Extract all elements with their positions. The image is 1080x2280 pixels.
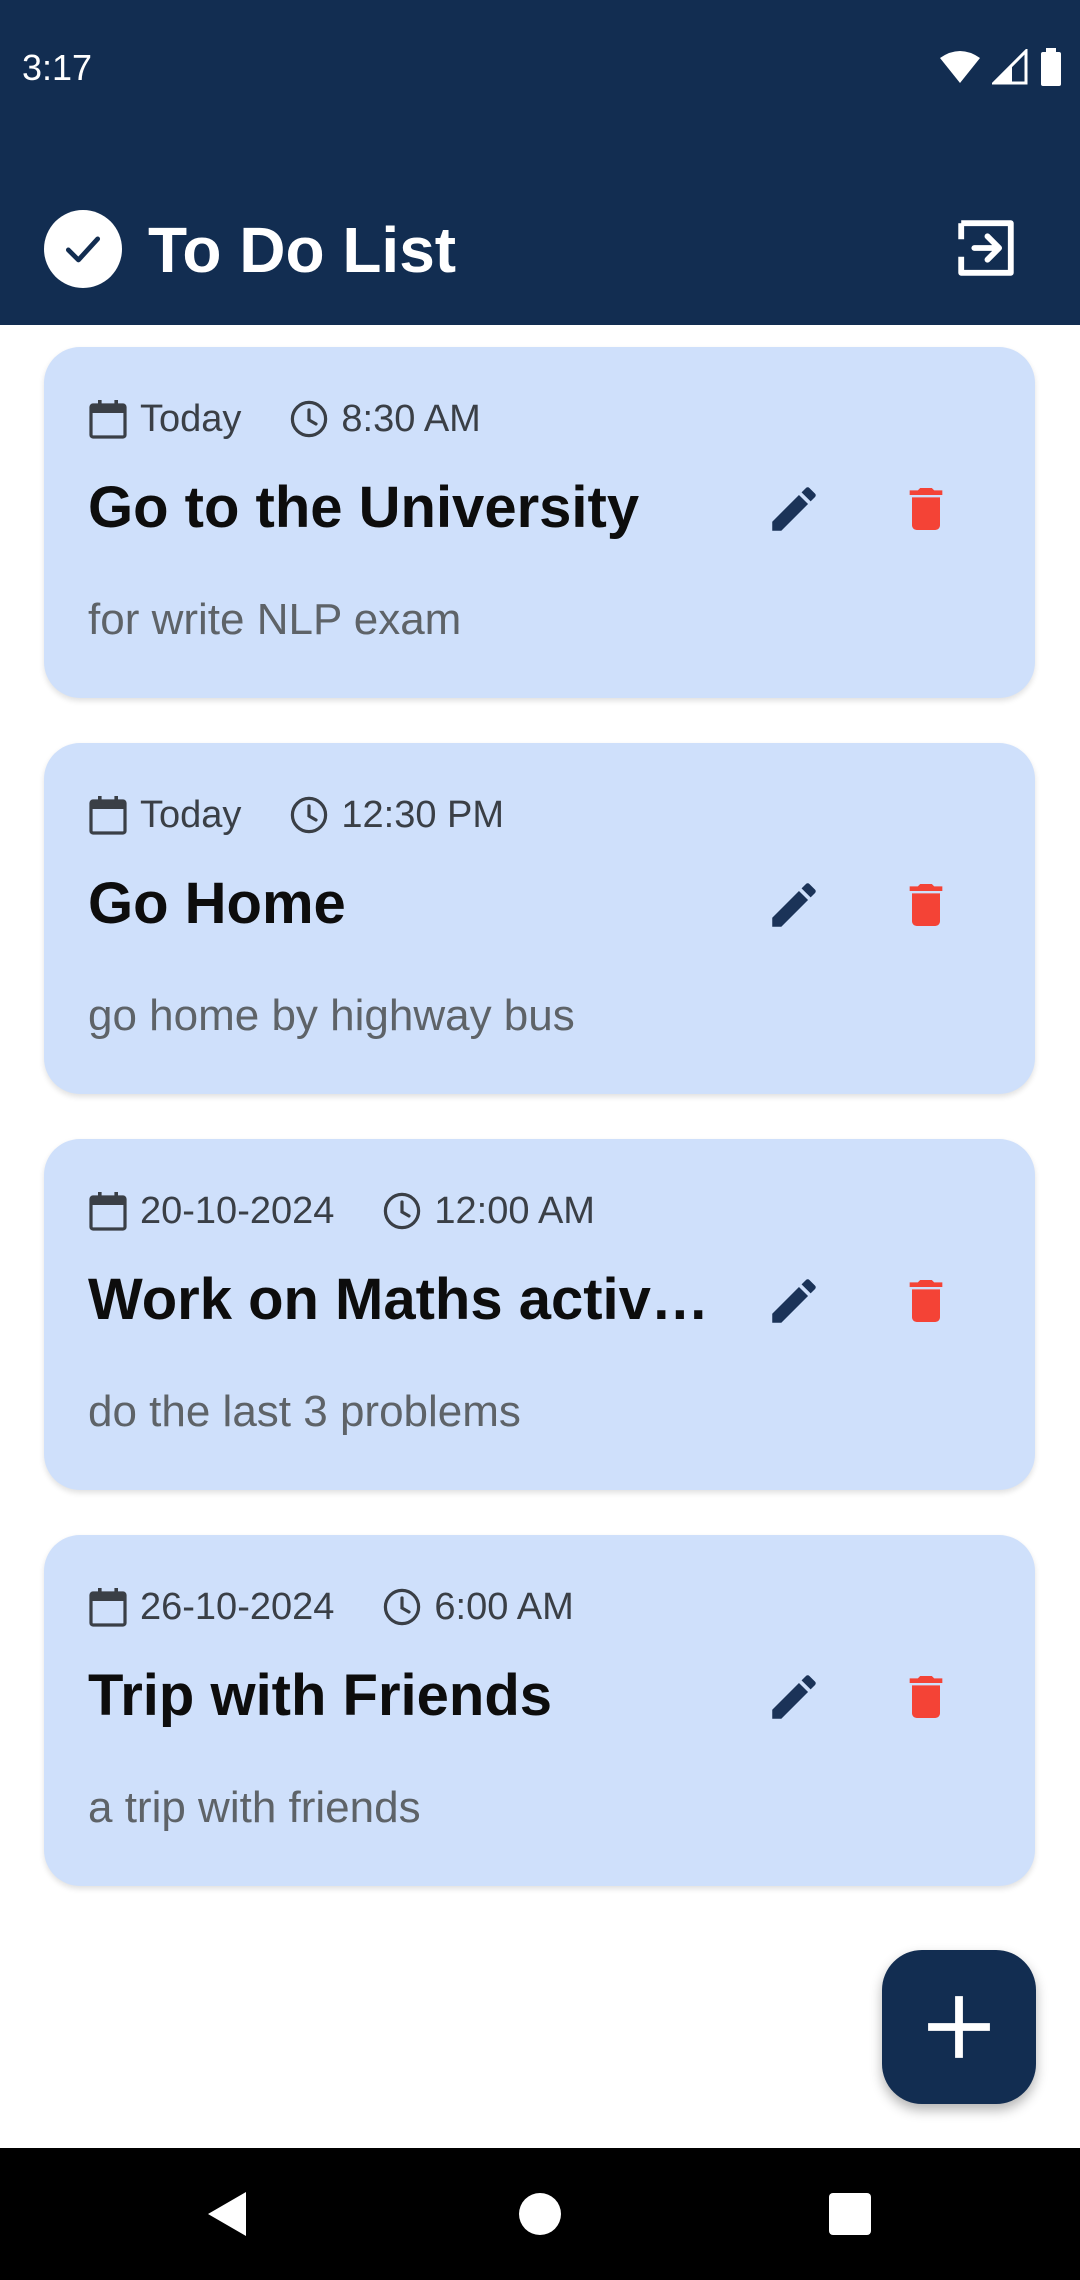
task-card[interactable]: 26-10-2024 6:00 AM Trip with Friends a t… [44,1535,1035,1886]
task-title: Go Home [88,871,346,936]
battery-icon [1040,48,1062,86]
delete-button[interactable] [886,1657,966,1737]
plus-icon [928,1996,990,2058]
task-list: Today 8:30 AM Go to the University for w… [44,347,1035,1931]
clock-icon [384,1588,421,1626]
task-title: Trip with Friends [88,1663,553,1728]
pencil-icon [772,1279,816,1323]
calendar-icon [89,1588,127,1627]
app-title: To Do List [148,214,457,286]
edit-button[interactable] [754,469,834,549]
task-time: 6:00 AM [434,1585,574,1628]
task-card[interactable]: Today 8:30 AM Go to the University for w… [44,347,1035,698]
home-button[interactable] [502,2176,578,2252]
wifi-icon [940,50,980,84]
pencil-icon [772,883,816,927]
status-icons [940,46,1062,88]
calendar-icon [89,400,127,439]
status-time: 3:17 [22,47,93,88]
task-meta: 20-10-2024 12:00 AM [88,1187,595,1235]
back-button[interactable] [190,2176,266,2252]
status-bar: 3:17 [0,0,1080,140]
task-description: a trip with friends [88,1783,421,1832]
task-time: 12:00 AM [434,1189,595,1232]
system-nav-bar [0,2148,1080,2280]
recents-button[interactable] [812,2176,888,2252]
logout-button[interactable] [950,212,1022,284]
edit-button[interactable] [754,1657,834,1737]
add-task-button[interactable] [882,1950,1036,2104]
trash-icon [909,884,943,926]
back-icon [208,2192,246,2236]
app-bar: To Do List [0,140,1080,325]
pencil-icon [772,1675,816,1719]
task-meta: Today 12:30 PM [88,791,504,839]
task-time: 8:30 AM [341,397,481,440]
delete-button[interactable] [886,865,966,945]
task-date: 20-10-2024 [140,1189,335,1232]
trash-icon [909,488,943,530]
task-title: Work on Maths activ… [88,1267,709,1332]
signal-icon [992,49,1028,85]
trash-icon [909,1280,943,1322]
clock-icon [384,1192,421,1230]
task-date: Today [140,793,242,836]
task-title: Go to the University [88,475,640,540]
calendar-icon [89,1192,127,1231]
clock-icon [291,796,328,834]
edit-button[interactable] [754,1261,834,1341]
logout-icon [958,220,1014,276]
edit-button[interactable] [754,865,834,945]
delete-button[interactable] [886,1261,966,1341]
check-circle-icon [44,210,122,288]
task-date: 26-10-2024 [140,1585,335,1628]
pencil-icon [772,487,816,531]
recents-icon [829,2193,871,2235]
task-date: Today [140,397,242,440]
clock-icon [291,400,328,438]
task-description: do the last 3 problems [88,1387,521,1436]
task-time: 12:30 PM [341,793,505,836]
trash-icon [909,1676,943,1718]
task-card[interactable]: Today 12:30 PM Go Home go home by highwa… [44,743,1035,1094]
home-icon [519,2193,561,2235]
task-card[interactable]: 20-10-2024 12:00 AM Work on Maths activ…… [44,1139,1035,1490]
task-meta: Today 8:30 AM [88,395,481,443]
task-meta: 26-10-2024 6:00 AM [88,1583,574,1631]
delete-button[interactable] [886,469,966,549]
task-description: for write NLP exam [88,595,462,644]
calendar-icon [89,796,127,835]
task-description: go home by highway bus [88,991,575,1040]
